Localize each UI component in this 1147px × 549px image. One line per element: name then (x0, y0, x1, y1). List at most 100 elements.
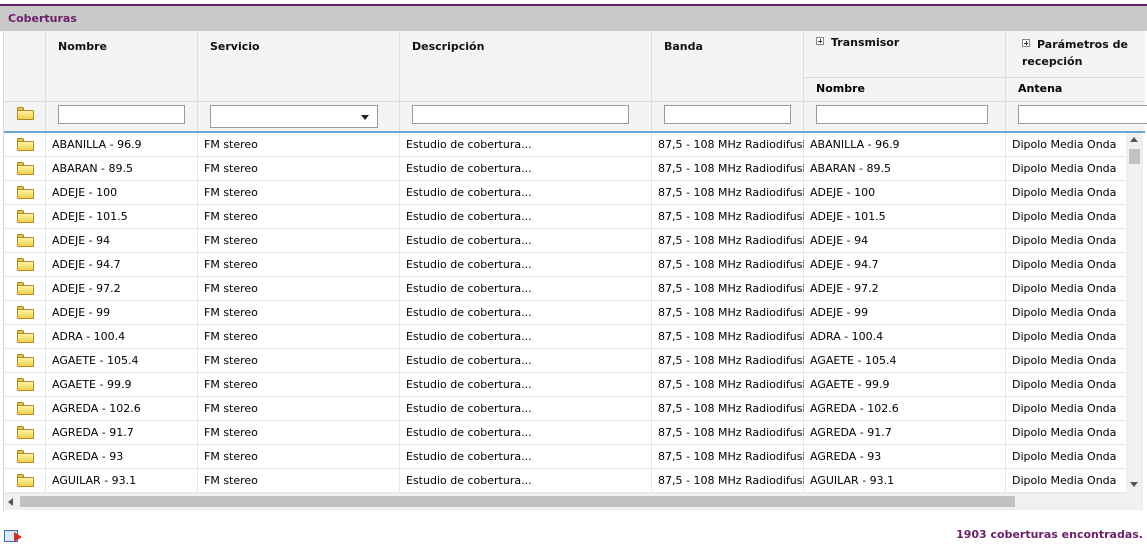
column-divider (45, 445, 46, 469)
cell-nombre: ADEJE - 94.7 (52, 258, 121, 271)
expand-icon[interactable] (1022, 39, 1030, 47)
cell-banda: 87,5 - 108 MHz Radiodifusión (658, 234, 804, 247)
cell-descripcion: Estudio de cobertura... (406, 210, 532, 223)
header-servicio[interactable]: Servicio (198, 31, 400, 101)
cell-antena: Dipolo Media Onda (1012, 306, 1117, 319)
cell-servicio: FM stereo (204, 330, 258, 343)
cell-antena: Dipolo Media Onda (1012, 426, 1117, 439)
filter-transmisor-cell (804, 102, 1006, 132)
cell-banda: 87,5 - 108 MHz Radiodifusión (658, 162, 804, 175)
cell-transmisor: ADEJE - 100 (810, 186, 876, 199)
scroll-up-icon[interactable] (1130, 137, 1138, 142)
folder-icon[interactable] (17, 330, 34, 343)
cell-descripcion: Estudio de cobertura... (406, 234, 532, 247)
column-divider (45, 421, 46, 445)
cell-banda: 87,5 - 108 MHz Radiodifusión (658, 378, 804, 391)
table-row[interactable]: ADEJE - 99 FM stereo Estudio de cobertura.… (4, 301, 1126, 325)
filter-antena-input[interactable] (1018, 105, 1147, 124)
scroll-thumb[interactable] (1129, 149, 1140, 164)
cell-transmisor: AGREDA - 93 (810, 450, 882, 463)
export-icon[interactable] (4, 528, 24, 543)
expand-icon[interactable] (816, 37, 824, 45)
folder-icon[interactable] (17, 258, 34, 271)
panel-title: Coberturas (0, 4, 1147, 31)
cell-descripcion: Estudio de cobertura... (406, 378, 532, 391)
cell-banda: 87,5 - 108 MHz Radiodifusión (658, 210, 804, 223)
cell-nombre: ABARAN - 89.5 (52, 162, 134, 175)
filter-nombre-input[interactable] (58, 105, 185, 124)
cell-nombre: AGAETE - 105.4 (52, 354, 139, 367)
column-divider (45, 253, 46, 277)
scroll-thumb-horizontal[interactable] (20, 496, 1015, 507)
cell-transmisor: AGAETE - 105.4 (810, 354, 897, 367)
table-row[interactable]: AGREDA - 102.6 FM stereo Estudio de cobert… (4, 397, 1126, 421)
cell-servicio: FM stereo (204, 186, 258, 199)
table-row[interactable]: ABANILLA - 96.9 FM stereo Estudio de cober… (4, 133, 1126, 157)
column-divider (45, 397, 46, 421)
grid-body: ABANILLA - 96.9 FM stereo Estudio de cober… (4, 133, 1126, 493)
table-row[interactable]: ABARAN - 89.5 FM stereo Estudio de cobertu… (4, 157, 1126, 181)
table-row[interactable]: AGREDA - 93 FM stereo Estudio de cobertura… (4, 445, 1126, 469)
header-descripcion[interactable]: Descripción (400, 31, 652, 101)
table-row[interactable]: AGREDA - 91.7 FM stereo Estudio de cobertu… (4, 421, 1126, 445)
folder-icon[interactable] (17, 306, 34, 319)
scroll-down-icon[interactable] (1130, 482, 1138, 487)
header-nombre[interactable]: Nombre (46, 31, 198, 101)
folder-icon[interactable] (17, 402, 34, 415)
cell-servicio: FM stereo (204, 378, 258, 391)
table-row[interactable]: ADEJE - 94.7 FM stereo Estudio de cobertur… (4, 253, 1126, 277)
folder-icon[interactable] (17, 354, 34, 367)
cell-descripcion: Estudio de cobertura... (406, 258, 532, 271)
cell-banda: 87,5 - 108 MHz Radiodifusión (658, 330, 804, 343)
header-transmisor-nombre[interactable]: Nombre (804, 77, 1006, 101)
horizontal-scrollbar[interactable] (4, 493, 1143, 510)
column-divider (45, 277, 46, 301)
folder-icon[interactable] (17, 282, 34, 295)
cell-servicio: FM stereo (204, 162, 258, 175)
header-antena[interactable]: Antena (1006, 77, 1145, 101)
table-row[interactable]: ADEJE - 94 FM stereo Estudio de cobertura.… (4, 229, 1126, 253)
folder-icon[interactable] (17, 186, 34, 199)
cell-descripcion: Estudio de cobertura... (406, 186, 532, 199)
folder-icon[interactable] (17, 162, 34, 175)
vertical-scrollbar[interactable] (1126, 133, 1143, 493)
header-banda[interactable]: Banda (652, 31, 804, 101)
folder-icon[interactable] (17, 474, 34, 487)
cell-transmisor: ADEJE - 97.2 (810, 282, 879, 295)
table-row[interactable]: ADEJE - 100 FM stereo Estudio de cobertura… (4, 181, 1126, 205)
filter-descripcion-input[interactable] (412, 105, 629, 124)
table-row[interactable]: ADEJE - 101.5 FM stereo Estudio de cobertu… (4, 205, 1126, 229)
table-row[interactable]: ADRA - 100.4 FM stereo Estudio de cobertur… (4, 325, 1126, 349)
cell-descripcion: Estudio de cobertura... (406, 306, 532, 319)
filter-servicio-cell (198, 102, 400, 132)
scroll-left-icon[interactable] (8, 498, 13, 506)
folder-icon[interactable] (17, 450, 34, 463)
folder-icon[interactable] (17, 138, 34, 151)
table-row[interactable]: AGUILAR - 93.1 FM stereo Estudio de cobert… (4, 469, 1126, 493)
cell-banda: 87,5 - 108 MHz Radiodifusión (658, 474, 804, 487)
filter-transmisor-nombre-input[interactable] (816, 105, 988, 124)
folder-icon[interactable] (17, 234, 34, 247)
filter-servicio-select[interactable] (210, 105, 378, 128)
cell-servicio: FM stereo (204, 258, 258, 271)
folder-icon[interactable] (17, 426, 34, 439)
header-icon-col (4, 31, 46, 101)
cell-descripcion: Estudio de cobertura... (406, 354, 532, 367)
filter-banda-input[interactable] (664, 105, 791, 124)
table-row[interactable]: AGAETE - 105.4 FM stereo Estudio de cobert… (4, 349, 1126, 373)
folder-icon[interactable] (17, 378, 34, 391)
table-row[interactable]: AGAETE - 99.9 FM stereo Estudio de cobertu… (4, 373, 1126, 397)
cell-nombre: ADEJE - 100 (52, 186, 118, 199)
cell-transmisor: ADEJE - 101.5 (810, 210, 886, 223)
cell-nombre: ADEJE - 99 (52, 306, 111, 319)
column-divider (45, 301, 46, 325)
cell-nombre: AGREDA - 102.6 (52, 402, 141, 415)
table-row[interactable]: ADEJE - 97.2 FM stereo Estudio de cobertur… (4, 277, 1126, 301)
cell-transmisor: ABANILLA - 96.9 (810, 138, 900, 151)
cell-nombre: AGAETE - 99.9 (52, 378, 132, 391)
cell-servicio: FM stereo (204, 402, 258, 415)
cell-descripcion: Estudio de cobertura... (406, 402, 532, 415)
cell-banda: 87,5 - 108 MHz Radiodifusión (658, 282, 804, 295)
folder-icon[interactable] (17, 210, 34, 223)
cell-servicio: FM stereo (204, 426, 258, 439)
